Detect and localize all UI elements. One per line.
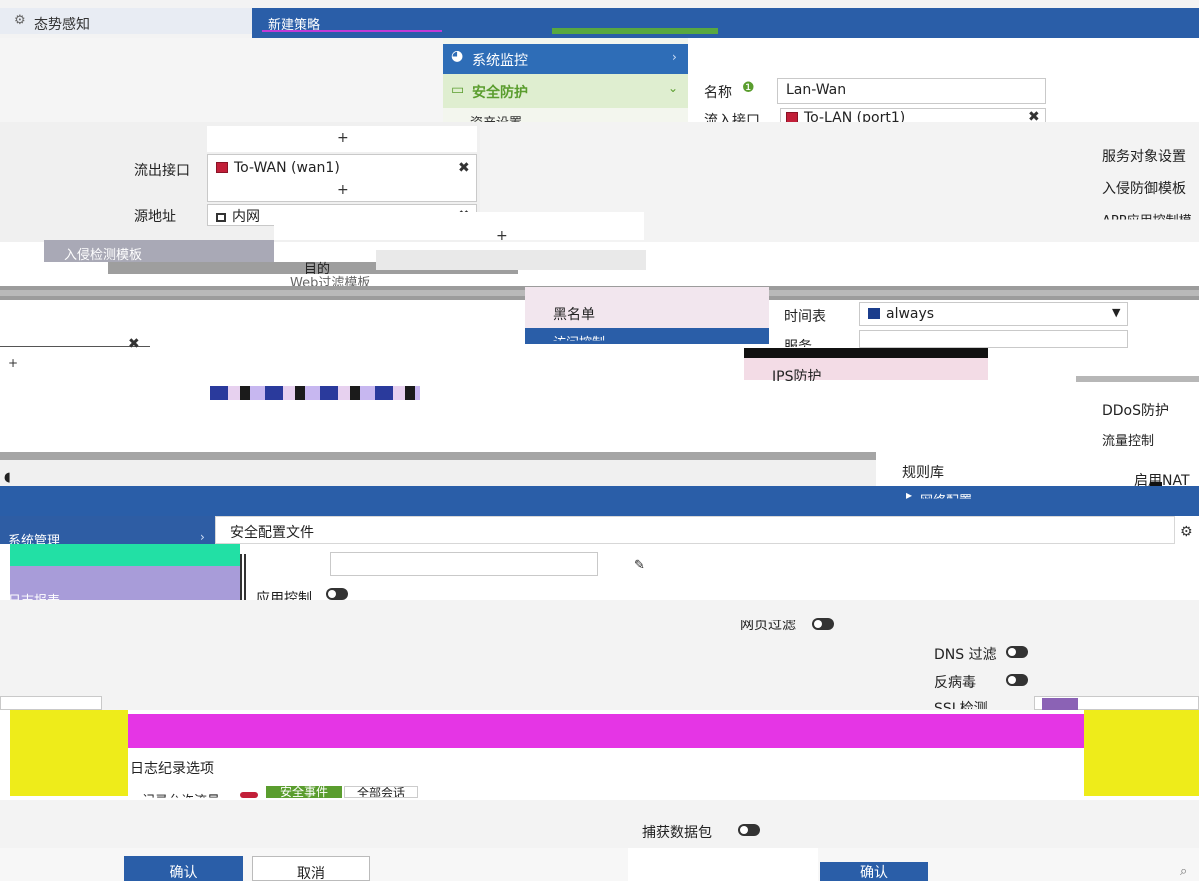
striped-band [210,386,420,400]
schedule-label: 时间表 [784,309,826,325]
submenu-service-object[interactable]: 服务对象设置 [1102,146,1186,166]
right-gray-divider [1076,376,1199,382]
teal-band [10,544,240,566]
yellow-block-left [10,710,128,796]
notice-tab[interactable]: 态势感知 [34,14,90,34]
ok-button[interactable]: 确认 [124,856,243,881]
gear-icon[interactable]: ⚙ [1180,524,1193,540]
monitor-icon: ▭ [451,82,465,98]
name-input-value: Lan-Wan [786,82,847,98]
chevron-down-icon: ⌄ [668,81,679,95]
ssl-purple-swatch [1042,698,1078,710]
address-icon [216,213,226,222]
capture-packets-label: 捕获数据包 [642,825,712,841]
src-addr-label: 源地址 [134,209,176,225]
pencil-icon[interactable]: ✎ [634,558,645,573]
schedule-value: always [868,306,934,322]
header-green-progress [552,28,718,34]
gray-band-3 [376,250,646,270]
antivirus-toggle[interactable] [1006,674,1028,686]
plus-icon[interactable]: + [337,130,349,146]
black-bar [744,348,988,358]
footer-white-strip [628,848,818,881]
menu-system-monitor: 系统监控 [472,53,528,69]
menu-rule-library[interactable]: 规则库 [902,462,944,482]
caret-down-icon: ▼ [1112,306,1121,319]
menu-security-protection: 安全防护 [472,85,528,101]
info-icon: ❶ [742,80,755,96]
service-field[interactable] [859,330,1128,348]
log-sec-events-button[interactable]: 安全事件 [266,786,342,798]
submenu-ddos[interactable]: DDoS防护 [1102,400,1169,420]
white-overlay-strip [274,212,644,240]
submenu-blacklist[interactable]: 黑名单 [553,304,595,324]
web-filter-toggle[interactable] [812,618,834,630]
out-iface-text: To-WAN (wan1) [234,160,340,176]
yellow-block-right [1084,710,1199,796]
cancel-button[interactable]: 取消 [252,856,370,881]
remove-out-iface-icon[interactable]: ✖ [458,160,470,176]
src-addr-text: 内网 [232,209,260,225]
magenta-band [128,714,1084,748]
log-toggle-red[interactable] [240,792,258,798]
log-all-sessions-button[interactable]: 全部会话 [344,786,418,798]
gray-stripe-lower [0,452,876,460]
out-iface-value: To-WAN (wan1) [216,160,340,176]
dns-filter-label: DNS 过滤 [934,647,997,663]
chevron-right-icon: › [672,50,677,64]
submenu-ips[interactable]: IPS防护 [772,366,821,381]
log-section-title: 日志纪录选项 [130,761,214,777]
calendar-icon [868,308,880,319]
capture-packets-toggle[interactable] [738,824,760,836]
left-white-block [0,38,443,122]
plus-icon[interactable]: + [8,356,18,370]
left-small-input[interactable] [0,696,102,710]
app-control-toggle[interactable] [326,588,348,600]
log-body-gray [0,800,1199,848]
submenu-ips-template[interactable]: 入侵防御模板 [1102,178,1186,198]
search-icon: ⌕ [1180,864,1188,879]
lower-header-bar [0,486,1199,516]
ok-button-secondary[interactable]: 确认 [820,862,928,881]
plus-icon[interactable]: + [496,228,508,244]
gear-icon: ⚙ [14,13,26,28]
header-bar [252,8,1199,38]
src-addr-value: 内网 [216,206,260,226]
name-label: 名称 [704,85,732,101]
plus-icon[interactable]: + [337,182,349,198]
gray-block-lower [0,460,876,486]
chevron-right-icon: › [200,530,205,544]
profile-section-frame [215,516,1175,544]
submenu-traffic-control[interactable]: 流量控制 [1102,430,1154,449]
port-icon [216,162,228,173]
vertical-bar [240,554,246,600]
submenu-security-label: 入侵检测模板 [64,248,143,263]
dns-filter-toggle[interactable] [1006,646,1028,658]
remove-icon[interactable]: ✖ [128,336,140,352]
out-iface-label: 流出接口 [134,163,190,179]
schedule-text: always [886,306,935,322]
profile-dropdown[interactable] [330,552,598,576]
network-config-arrow: ▸ [906,488,913,502]
header-magenta-mark [262,30,442,32]
pie-chart-icon: ◕ [451,48,464,64]
toggle-partial-icon: ◖ [4,470,11,485]
antivirus-label: 反病毒 [934,675,976,691]
